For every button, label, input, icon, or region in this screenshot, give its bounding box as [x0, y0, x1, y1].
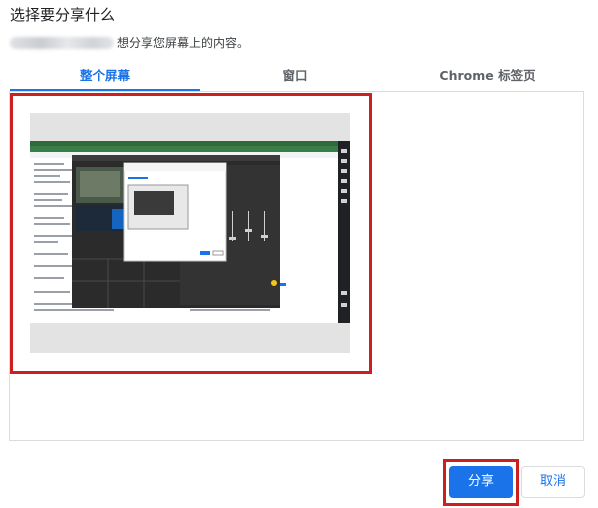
- dialog-subtitle: 想分享您屏幕上的内容。: [10, 34, 249, 51]
- dialog-title: 选择要分享什么: [10, 6, 116, 24]
- annotation-highlight-screen: [10, 93, 372, 374]
- cancel-button[interactable]: 取消: [521, 466, 585, 498]
- tab-window[interactable]: 窗口: [200, 64, 390, 92]
- blurred-site-name: [10, 36, 114, 49]
- tab-entire-screen[interactable]: 整个屏幕: [10, 64, 200, 92]
- annotation-highlight-share: [443, 459, 519, 506]
- tab-chrome-tab[interactable]: Chrome 标签页: [390, 64, 585, 92]
- source-tabs: 整个屏幕 窗口 Chrome 标签页: [10, 64, 585, 92]
- subtitle-text: 想分享您屏幕上的内容。: [117, 36, 250, 50]
